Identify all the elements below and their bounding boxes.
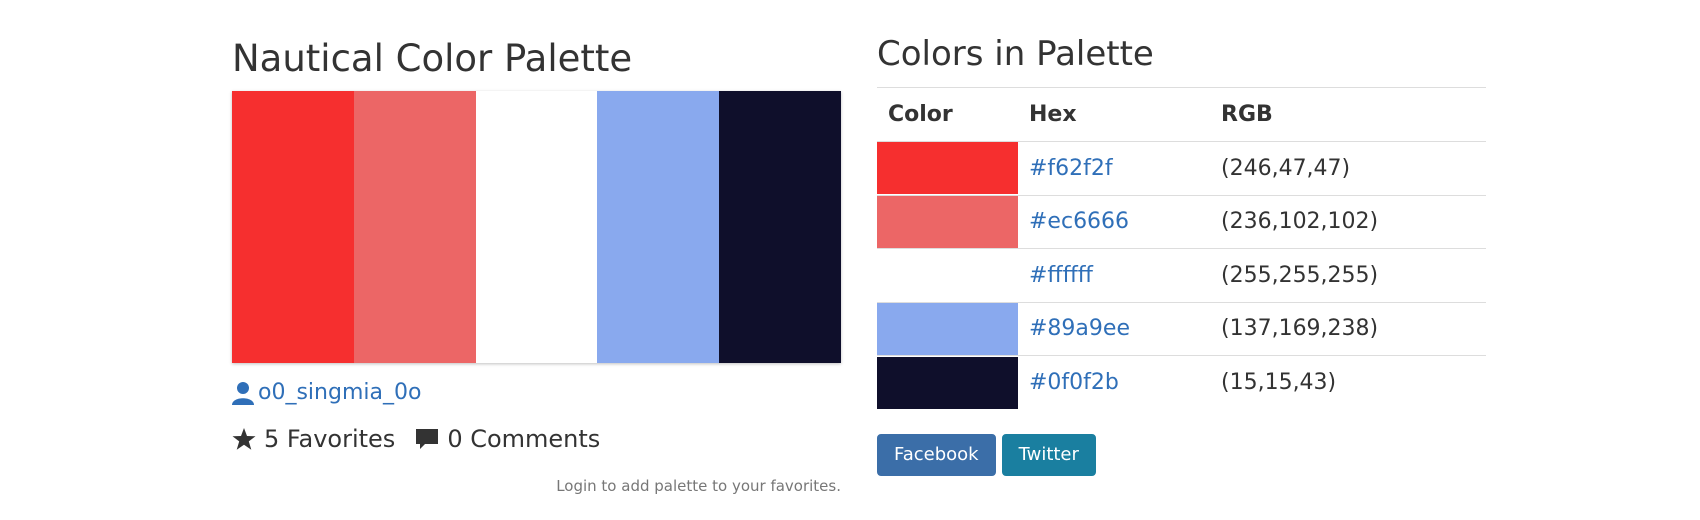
table-row: #ec6666 (236,102,102): [877, 195, 1486, 249]
color-swatch: [877, 356, 1018, 409]
login-note: Login to add palette to your favorites.: [556, 477, 841, 495]
palette-title: Nautical Color Palette: [232, 37, 633, 80]
rgb-cell: (236,102,102): [1210, 195, 1486, 249]
hex-cell: #f62f2f: [1018, 141, 1210, 196]
color-cell: [877, 356, 1018, 410]
facebook-share-button[interactable]: Facebook: [877, 434, 996, 476]
hex-cell: #0f0f2b: [1018, 356, 1210, 410]
rgb-cell: (255,255,255): [1210, 248, 1486, 303]
table-row: #ffffff (255,255,255): [877, 248, 1486, 303]
color-cell: [877, 248, 1018, 303]
header-rgb: RGB: [1210, 87, 1486, 142]
palette-swatch-1[interactable]: [232, 91, 354, 363]
palette-stats: 5 Favorites 0 Comments: [232, 425, 620, 453]
hex-cell: #ffffff: [1018, 248, 1210, 303]
share-buttons: Facebook Twitter: [877, 434, 1102, 476]
star-icon: [232, 427, 256, 451]
colors-table: Color Hex RGB #f62f2f (246,47,47) #ec666…: [877, 87, 1486, 409]
color-swatch: [877, 142, 1018, 195]
table-row: #f62f2f (246,47,47): [877, 141, 1486, 196]
color-swatch: [877, 302, 1018, 355]
favorites-count: 5 Favorites: [232, 425, 395, 453]
hex-link[interactable]: #0f0f2b: [1029, 370, 1119, 395]
palette-swatch-2[interactable]: [353, 91, 476, 363]
hex-link[interactable]: #89a9ee: [1029, 316, 1130, 341]
twitter-share-button[interactable]: Twitter: [1001, 434, 1096, 476]
palette-swatch-4[interactable]: [597, 91, 720, 363]
color-swatch: [877, 195, 1018, 248]
color-cell: [877, 302, 1018, 356]
comments-label: 0 Comments: [447, 425, 601, 453]
table-header-row: Color Hex RGB: [877, 87, 1486, 142]
color-cell: [877, 195, 1018, 249]
favorites-label: 5 Favorites: [264, 425, 396, 453]
rgb-cell: (246,47,47): [1210, 141, 1486, 196]
header-hex: Hex: [1018, 87, 1210, 142]
palette-preview: [232, 91, 841, 363]
comment-icon: [415, 427, 439, 451]
table-row: #89a9ee (137,169,238): [877, 302, 1486, 356]
header-color: Color: [877, 87, 1018, 142]
rgb-cell: (15,15,43): [1221, 370, 1337, 395]
color-swatch: [877, 249, 1018, 302]
user-icon: [232, 381, 254, 405]
hex-link[interactable]: #f62f2f: [1029, 156, 1113, 181]
hex-cell: #ec6666: [1018, 195, 1210, 249]
hex-link[interactable]: #ec6666: [1029, 209, 1129, 234]
hex-cell: #89a9ee: [1018, 302, 1210, 356]
palette-swatch-3[interactable]: [475, 91, 598, 363]
palette-swatch-5[interactable]: [719, 91, 841, 363]
hex-link[interactable]: #ffffff: [1029, 263, 1093, 288]
rgb-cell: (137,169,238): [1210, 302, 1486, 356]
color-cell: [877, 141, 1018, 196]
comments-count: 0 Comments: [415, 425, 600, 453]
author-link[interactable]: o0_singmia_0o: [258, 380, 421, 405]
colors-title: Colors in Palette: [877, 34, 1154, 74]
table-row: #0f0f2b (15,15,43): [877, 356, 1486, 410]
author: o0_singmia_0o: [232, 380, 421, 405]
